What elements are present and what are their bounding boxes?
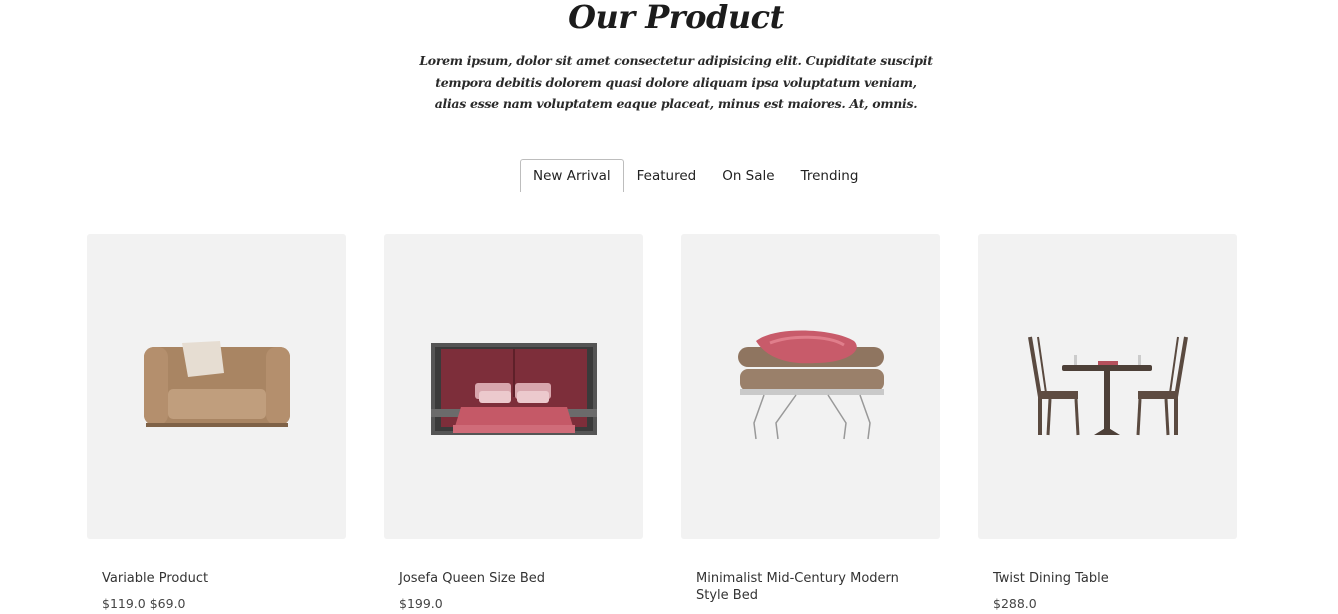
product-price: $119.0 $69.0 [102, 596, 186, 611]
tab-trending[interactable]: Trending [788, 159, 872, 192]
section-title: Our Product [568, 0, 784, 36]
dining-set-image [1027, 336, 1188, 435]
bed-image [430, 342, 597, 435]
section-description: Lorem ipsum, dolor sit amet consectetur … [419, 53, 933, 111]
product-name[interactable]: Minimalist Mid-Century Modern Style Bed [696, 570, 921, 604]
tab-new-arrival[interactable]: New Arrival [520, 159, 624, 192]
lounge-bench-image [737, 329, 884, 439]
tab-featured[interactable]: Featured [624, 159, 710, 192]
product-card[interactable]: Variable Product $119.0 $69.0 [87, 234, 346, 611]
product-card[interactable]: Twist Dining Table $288.0 [978, 234, 1237, 611]
product-image-armchair[interactable] [87, 234, 346, 539]
product-name[interactable]: Variable Product [102, 570, 327, 587]
product-price: $288.0 [993, 596, 1037, 611]
product-card[interactable]: Josefa Queen Size Bed $199.0 [384, 234, 643, 611]
product-card[interactable]: Minimalist Mid-Century Modern Style Bed [681, 234, 940, 613]
product-name[interactable]: Josefa Queen Size Bed [399, 570, 624, 587]
product-tabs: New Arrival Featured On Sale Trending [520, 159, 871, 192]
product-name[interactable]: Twist Dining Table [993, 570, 1218, 587]
product-image-dining-set[interactable] [978, 234, 1237, 539]
product-image-bed[interactable] [384, 234, 643, 539]
product-price: $199.0 [399, 596, 443, 611]
armchair-image [143, 340, 290, 427]
tab-on-sale[interactable]: On Sale [709, 159, 787, 192]
product-image-lounge-bench[interactable] [681, 234, 940, 539]
